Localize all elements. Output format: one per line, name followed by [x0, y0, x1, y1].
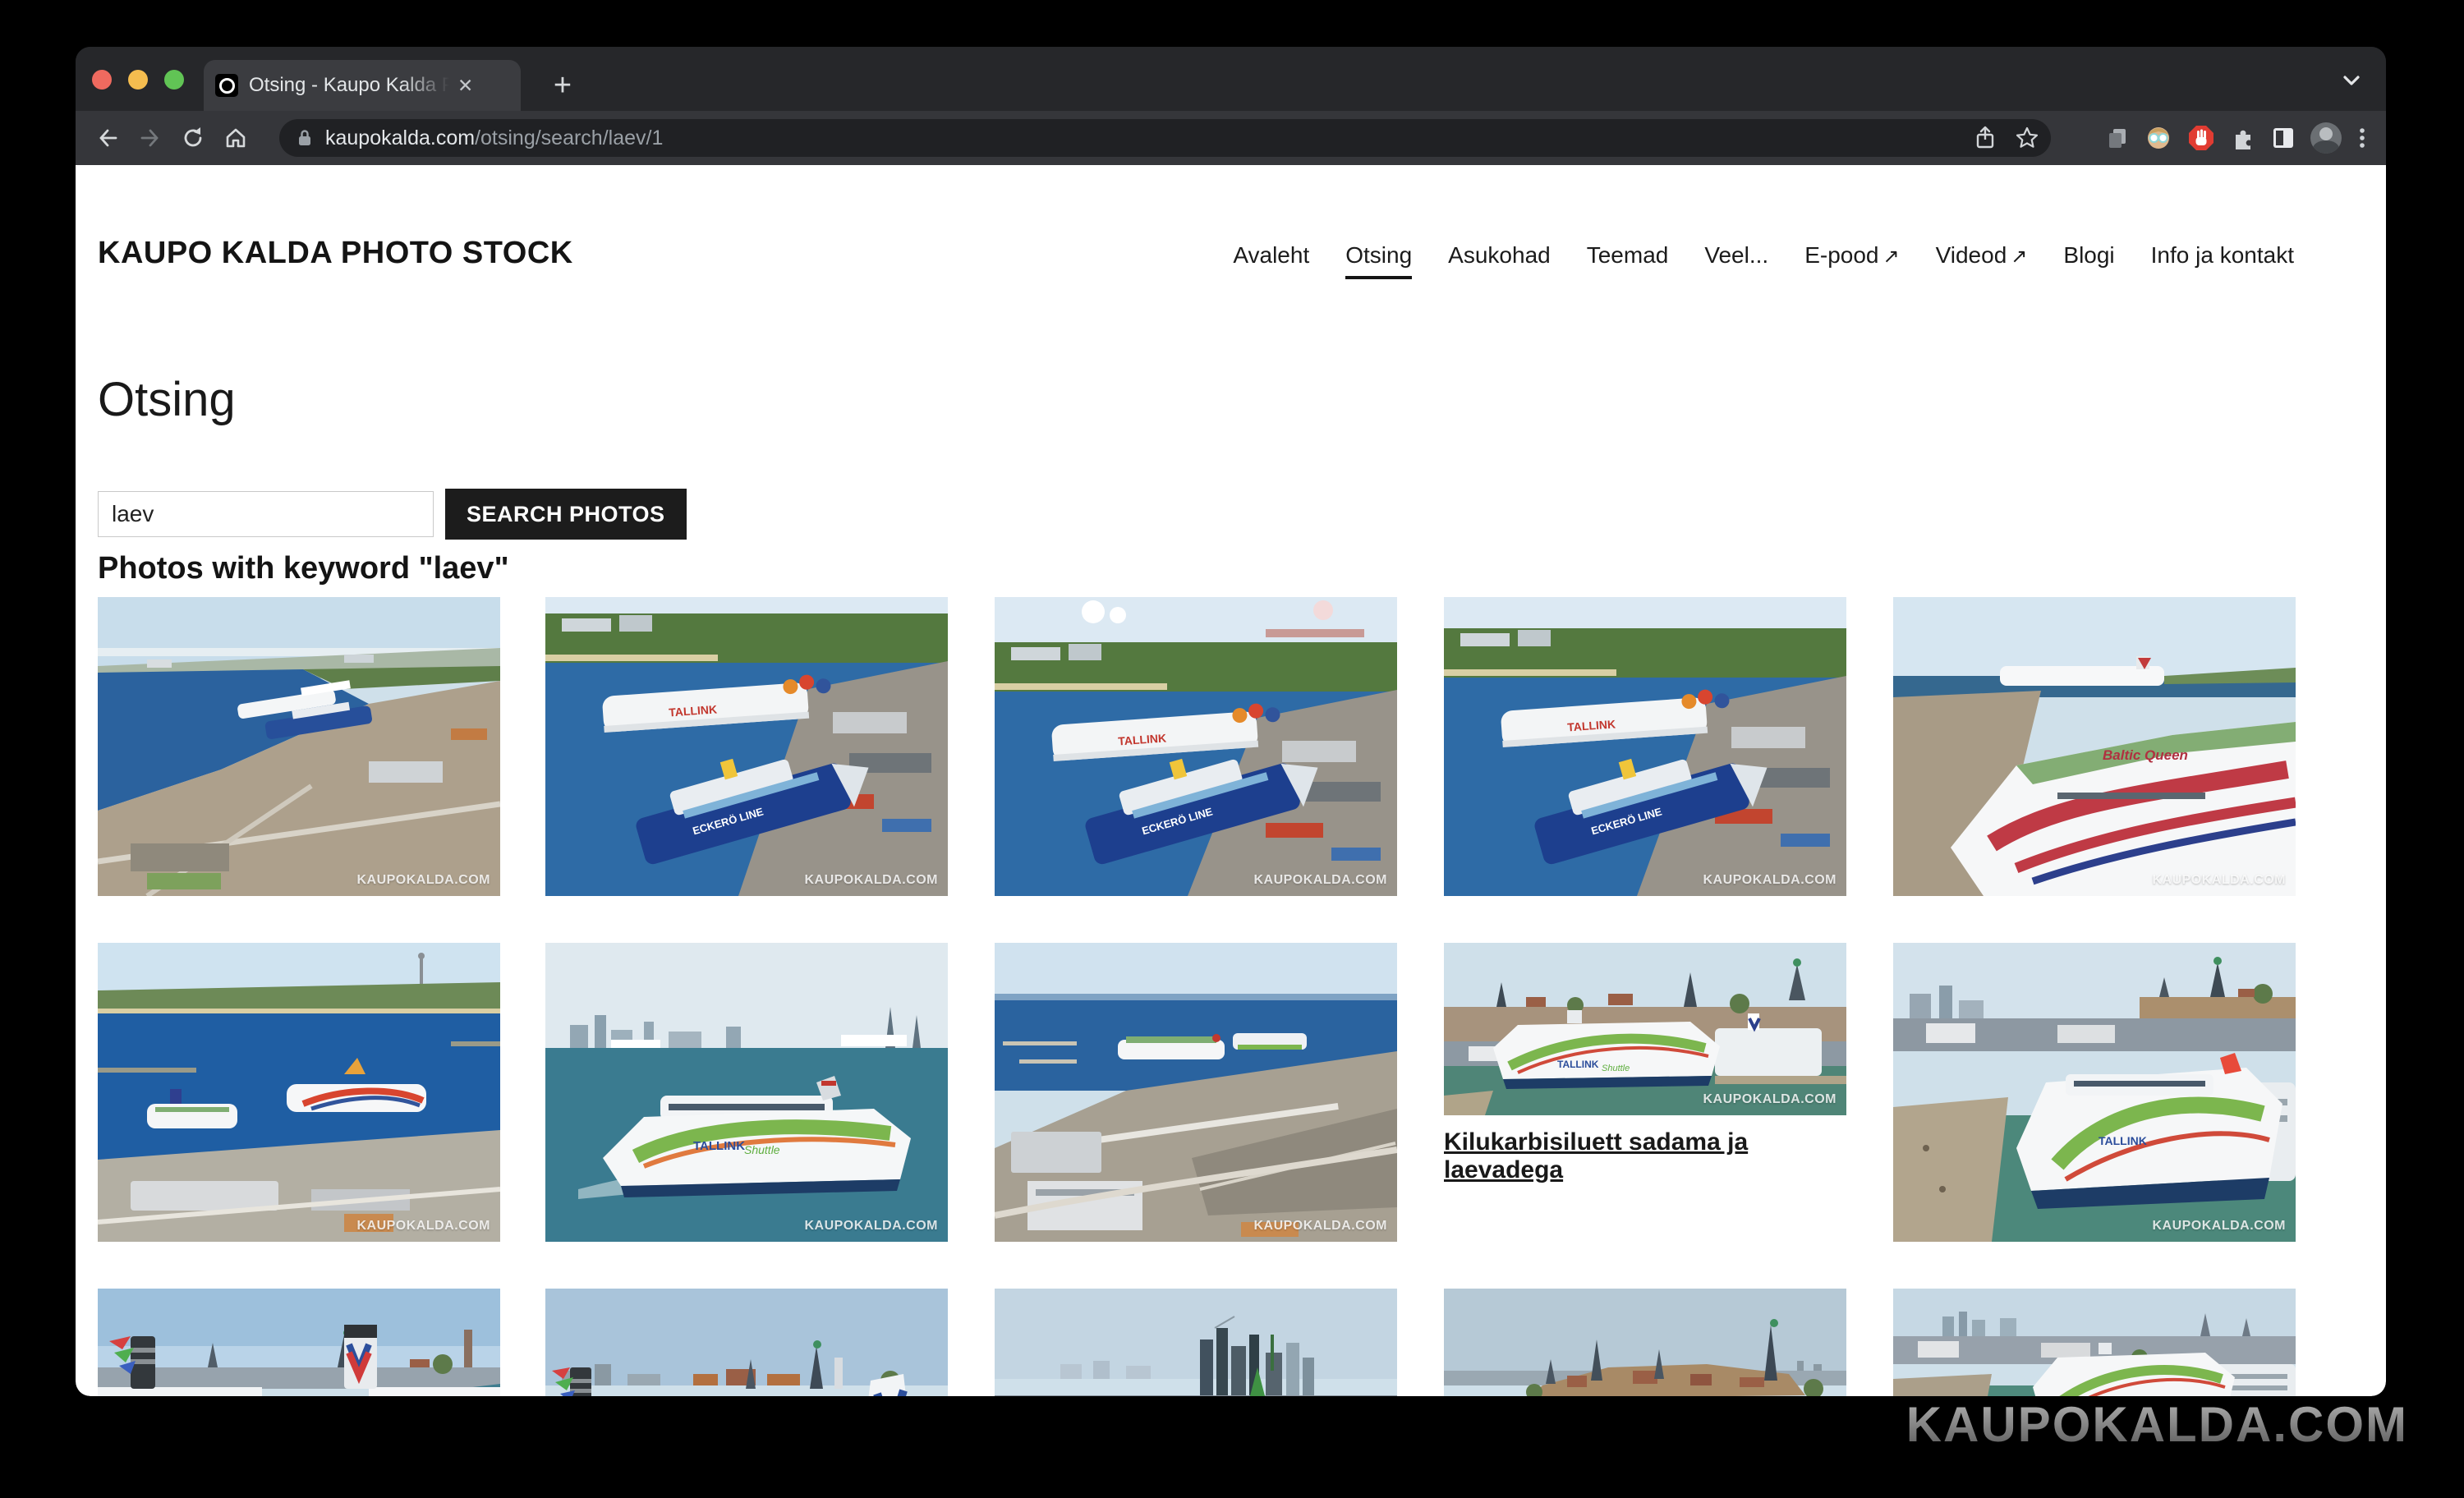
photo-watermark: KAUPOKALDA.COM [1703, 873, 1837, 888]
svg-text:Baltic Queen: Baltic Queen [2103, 747, 2188, 763]
adblock-extension-icon[interactable] [2187, 124, 2215, 152]
photo-watermark: KAUPOKALDA.COM [356, 873, 490, 888]
tab-close-icon[interactable]: ✕ [457, 76, 473, 95]
svg-text:TALLINK: TALLINK [1557, 1059, 1599, 1070]
svg-text:TALLINK: TALLINK [2099, 1134, 2147, 1147]
menu-kebab-icon[interactable] [2356, 125, 2368, 151]
photo-skyline-ship-funnel[interactable] [545, 1289, 948, 1396]
svg-text:Shuttle: Shuttle [744, 1143, 780, 1156]
sidebar-extension-icon[interactable] [2271, 126, 2296, 150]
photo-watermark: KAUPOKALDA.COM [804, 1219, 938, 1234]
minimize-window-button[interactable] [128, 70, 148, 90]
photo-shuttle-docked-small[interactable]: KAUPOKALDA.COM [1893, 1289, 2296, 1396]
photo-old-city-harbour-terminal[interactable]: KAUPOKALDA.COM [995, 943, 1397, 1242]
photo-watermark: KAUPOKALDA.COM [2152, 873, 2286, 888]
tab-title: Otsing - Kaupo Kalda Photo Stock [249, 74, 449, 97]
forward-button[interactable] [130, 117, 171, 159]
photo-watermark: KAUPOKALDA.COM [2152, 1219, 2286, 1234]
tab-strip: Otsing - Kaupo Kalda Photo Stock ✕ + [76, 47, 2386, 111]
photo-harbour-eckero-line[interactable]: TALLINKECKERÖ LINEKAUPOKALDA.COM [995, 597, 1397, 896]
close-window-button[interactable] [92, 70, 112, 90]
reload-button[interactable] [172, 117, 214, 159]
home-button[interactable] [215, 117, 256, 159]
persona-extension-icon[interactable] [2145, 124, 2172, 152]
photo-watermark: KAUPOKALDA.COM [1253, 873, 1387, 888]
site-favicon [215, 74, 238, 97]
tab-search-chevron-icon[interactable] [2340, 73, 2363, 92]
reading-list-icon[interactable] [2105, 126, 2130, 150]
svg-text:Shuttle: Shuttle [1602, 1064, 1630, 1073]
page-content: KAUPO KALDA PHOTO STOCK Avaleht Otsing A… [76, 165, 2386, 1396]
photo-old-town-panorama[interactable] [1444, 1289, 1846, 1396]
photo-watermark: KAUPOKALDA.COM [1253, 1219, 1387, 1234]
url-text: kaupokalda.com/otsing/search/laev/1 [325, 126, 663, 150]
photo-shuttle-docked-city[interactable]: TALLINK KAUPOKALDA.COM [1893, 943, 2296, 1242]
photo-grid: KAUPOKALDA.COMTALLINKECKERÖ LINEKAUPOKAL… [76, 165, 2386, 1396]
zoom-window-button[interactable] [164, 70, 184, 90]
browser-window: Otsing - Kaupo Kalda Photo Stock ✕ + kau… [76, 47, 2386, 1396]
profile-avatar[interactable] [2310, 122, 2342, 154]
photo-harbour-tallink-eckero[interactable]: TALLINKECKERÖ LINEKAUPOKALDA.COM [545, 597, 948, 896]
photo-watermark: KAUPOKALDA.COM [1703, 1092, 1837, 1107]
photo-sprat-tin-skyline[interactable]: TALLINKShuttle KAUPOKALDA.COM Kilukarbisil… [1444, 943, 1846, 1184]
photo-harbour-ferries-terminal[interactable]: TALLINKECKERÖ LINEKAUPOKALDA.COM [1444, 597, 1846, 896]
share-icon[interactable] [1974, 125, 1997, 151]
browser-tab[interactable]: Otsing - Kaupo Kalda Photo Stock ✕ [204, 60, 521, 111]
browser-toolbar: kaupokalda.com/otsing/search/laev/1 [76, 111, 2386, 165]
extensions-puzzle-icon[interactable] [2230, 125, 2256, 151]
address-bar[interactable]: kaupokalda.com/otsing/search/laev/1 [279, 119, 2051, 157]
new-tab-button[interactable]: + [542, 65, 583, 106]
page-watermark: KAUPOKALDA.COM [1906, 1396, 2408, 1453]
bookmark-star-icon[interactable] [2015, 126, 2039, 150]
photo-megastar-sailing[interactable]: TALLINKShuttle KAUPOKALDA.COM [545, 943, 948, 1242]
back-button[interactable] [87, 117, 128, 159]
photo-caption-link[interactable]: Kilukarbisiluett sadama ja laevadega [1444, 1128, 1846, 1184]
photo-baltic-queen[interactable]: Baltic Queen KAUPOKALDA.COM [1893, 597, 2296, 896]
photo-aerial-port-overview[interactable]: KAUPOKALDA.COM [98, 597, 500, 896]
photo-city-towers[interactable] [995, 1289, 1397, 1396]
svg-text:TALLINK: TALLINK [693, 1139, 745, 1153]
lock-icon [296, 128, 314, 148]
photo-ship-deck-old-town[interactable] [98, 1289, 500, 1396]
photo-watermark: KAUPOKALDA.COM [804, 873, 938, 888]
photo-tallinn-bay-port[interactable]: KAUPOKALDA.COM [98, 943, 500, 1242]
photo-watermark: KAUPOKALDA.COM [356, 1219, 490, 1234]
